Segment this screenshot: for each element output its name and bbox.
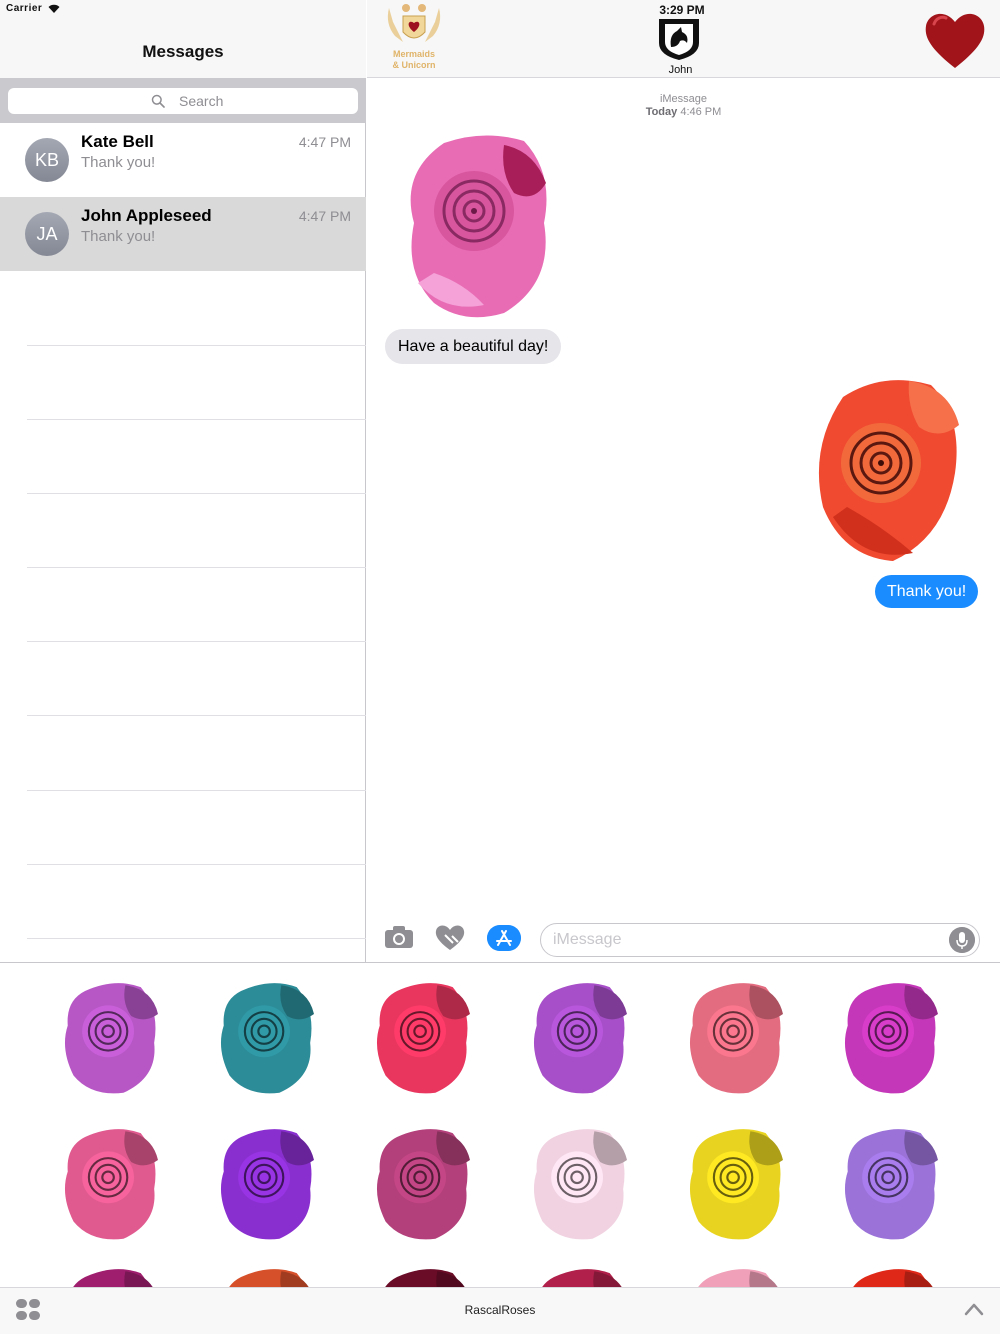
sticker-drawer xyxy=(0,962,1000,1287)
avatar: KB xyxy=(25,138,69,182)
microphone-icon[interactable] xyxy=(949,927,975,953)
divider xyxy=(27,864,366,865)
conversation-item-john-appleseed[interactable]: JA John Appleseed Thank you! 4:47 PM xyxy=(0,197,366,271)
contact-name-label: John xyxy=(668,64,693,76)
rose-sticker-12[interactable] xyxy=(842,1126,938,1244)
rose-sticker-1[interactable] xyxy=(62,980,158,1098)
rose-sticker-9[interactable] xyxy=(374,1126,470,1244)
message-time: 4:47 PM xyxy=(298,208,351,224)
search-bar: Search xyxy=(0,78,366,123)
carrier-label: Carrier xyxy=(6,3,43,14)
app-name-label: RascalRoses xyxy=(464,1303,536,1317)
rose-sticker-5[interactable] xyxy=(687,980,783,1098)
rose-sticker-11[interactable] xyxy=(687,1126,783,1244)
imessage-input[interactable]: iMessage xyxy=(540,923,980,957)
rose-sticker-partial-1[interactable] xyxy=(62,1266,158,1287)
conversation-navbar: Mermaids & Unicorn 3:29 PM John xyxy=(367,0,1000,78)
divider xyxy=(27,715,366,716)
rose-sticker-8[interactable] xyxy=(218,1126,314,1244)
rose-sticker-2[interactable] xyxy=(218,980,314,1098)
imessage-placeholder: iMessage xyxy=(553,931,622,948)
rose-sticker-3[interactable] xyxy=(374,980,470,1098)
camera-icon[interactable] xyxy=(384,925,414,949)
rose-sticker-partial-6[interactable] xyxy=(842,1266,938,1287)
rose-sticker-partial-3[interactable] xyxy=(374,1266,470,1287)
conversation-item-kate-bell[interactable]: KB Kate Bell Thank you! 4:47 PM xyxy=(0,123,366,197)
rose-sticker-partial-2[interactable] xyxy=(218,1266,314,1287)
outgoing-message-bubble[interactable]: Thank you! xyxy=(875,575,979,608)
incoming-message-bubble[interactable]: Have a beautiful day! xyxy=(385,329,562,364)
rose-sticker-4[interactable] xyxy=(531,980,627,1098)
chat-service-label: iMessage xyxy=(659,93,708,105)
rose-sticker-partial-5[interactable] xyxy=(687,1266,783,1287)
search-placeholder: Search xyxy=(179,93,224,109)
divider xyxy=(27,790,366,791)
rose-sticker-10[interactable] xyxy=(531,1126,627,1244)
avatar: JA xyxy=(25,212,69,256)
search-input[interactable]: Search xyxy=(8,88,358,114)
rose-sticker-partial-4[interactable] xyxy=(531,1266,627,1287)
message-input-bar: iMessage xyxy=(367,910,1000,961)
conversation-list-pane: Carrier Messages Search KB Kate Bell Tha… xyxy=(0,0,366,962)
app-store-icon[interactable] xyxy=(487,925,521,951)
status-time: 3:29 PM xyxy=(659,3,705,17)
chevron-up-icon[interactable] xyxy=(964,1302,984,1316)
divider xyxy=(27,493,366,494)
chat-timestamp: Today 4:46 PM xyxy=(645,106,722,118)
digital-touch-heart-icon[interactable] xyxy=(435,924,465,952)
rose-sticker-7[interactable] xyxy=(62,1126,158,1244)
wifi-icon xyxy=(48,4,60,13)
ipad-messages-screen: Carrier Messages Search KB Kate Bell Tha… xyxy=(0,0,1000,1334)
app-drawer-footer: RascalRoses xyxy=(0,1287,1000,1334)
left-navbar: Carrier Messages xyxy=(0,0,366,78)
incoming-rose-sticker[interactable] xyxy=(404,133,552,321)
contact-name: Kate Bell xyxy=(81,132,154,151)
message-time: 4:47 PM xyxy=(298,134,351,150)
search-icon xyxy=(151,94,165,108)
page-title: Messages xyxy=(142,42,224,61)
divider xyxy=(27,419,366,420)
outgoing-rose-sticker[interactable] xyxy=(813,377,961,563)
message-preview: Thank you! xyxy=(81,154,156,171)
message-preview: Thank you! xyxy=(81,228,156,245)
divider xyxy=(27,938,366,939)
divider xyxy=(27,641,366,642)
divider xyxy=(27,345,366,346)
contact-photo[interactable] xyxy=(657,17,701,61)
divider xyxy=(27,567,366,568)
contact-name: John Appleseed xyxy=(81,206,212,225)
heart-icon[interactable] xyxy=(924,10,986,70)
rose-sticker-6[interactable] xyxy=(842,980,938,1098)
